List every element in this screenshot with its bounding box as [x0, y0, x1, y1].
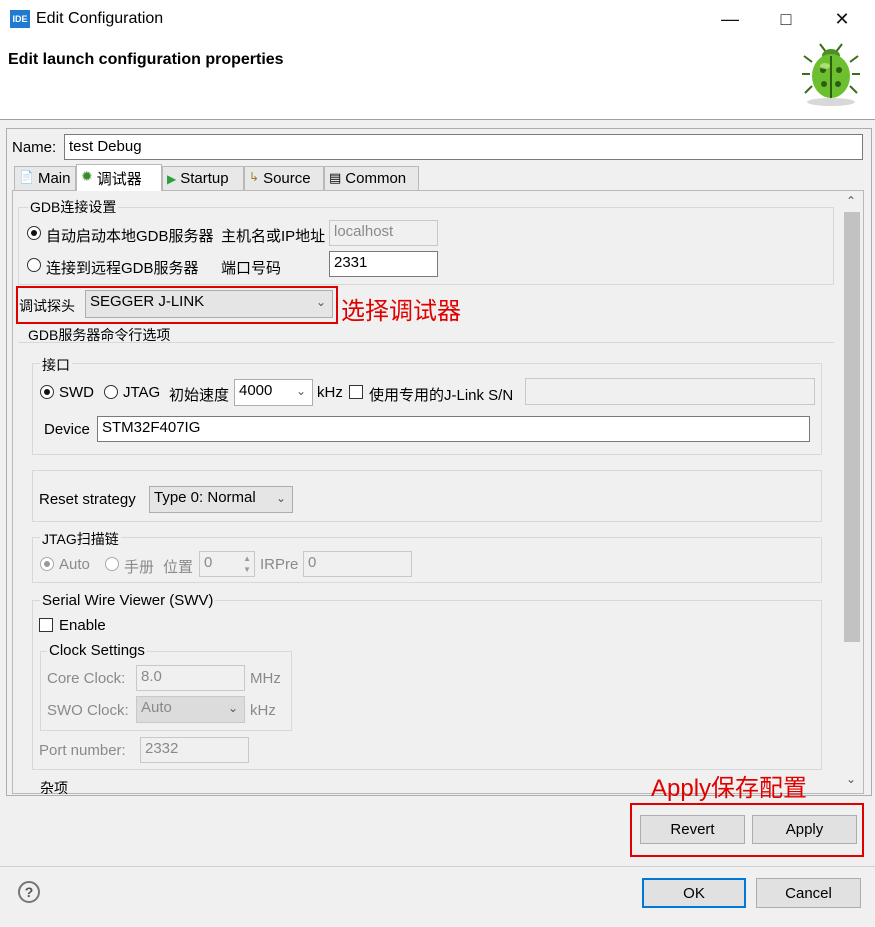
minimize-icon[interactable]: — — [702, 0, 758, 38]
swv-enable-checkbox[interactable] — [39, 618, 53, 636]
tab-main[interactable]: 📄 Main — [14, 166, 76, 190]
irpre-input: 0 — [303, 551, 412, 577]
chevron-down-icon: ⌄ — [275, 491, 286, 505]
jtag-manual-label: 手册 — [124, 559, 155, 576]
port-label: 端口号码 — [221, 260, 282, 277]
jlink-sn-label: 使用专用的J-Link S/N — [369, 387, 514, 404]
chevron-down-icon: ⌄ — [315, 295, 326, 309]
chevron-down-icon: ⌄ — [227, 701, 238, 715]
footer-divider — [0, 866, 875, 867]
jtag-auto-label: Auto — [59, 556, 90, 573]
help-icon[interactable]: ? — [18, 881, 40, 903]
apply-button[interactable]: Apply — [752, 815, 857, 844]
chevron-down-icon: ⌄ — [295, 384, 306, 398]
play-icon: ▶ — [167, 172, 177, 186]
window-title: Edit Configuration — [36, 10, 164, 27]
scroll-down-icon[interactable]: ⌄ — [846, 772, 856, 786]
tab-source[interactable]: ↳ Source — [244, 166, 324, 190]
reset-select[interactable]: Type 0: Normal ⌄ — [149, 486, 293, 513]
maximize-icon[interactable]: □ — [758, 0, 814, 38]
source-icon: ↳ — [249, 170, 260, 184]
swv-port-label: Port number: — [39, 742, 126, 759]
gdb-server-options-label: GDB服务器命令行选项 — [28, 327, 171, 343]
annotation-apply-save: Apply保存配置 — [651, 775, 808, 802]
swo-clock-select: Auto ⌄ — [136, 696, 245, 723]
device-input[interactable]: STM32F407IG — [97, 416, 810, 442]
host-label: 主机名或IP地址 — [221, 228, 326, 245]
speed-label: 初始速度 — [169, 387, 230, 404]
jtag-chain-label: JTAG扫描链 — [40, 529, 121, 549]
position-label: 位置 — [163, 559, 194, 576]
position-spinner: 0 ▲ ▼ — [199, 551, 255, 577]
swd-label: SWD — [59, 384, 94, 401]
jlink-sn-input[interactable] — [525, 378, 815, 405]
speed-select[interactable]: 4000 ⌄ — [234, 379, 313, 406]
cancel-button[interactable]: Cancel — [756, 878, 861, 908]
header-title: Edit launch configuration properties — [8, 51, 284, 68]
core-clock-label: Core Clock: — [47, 670, 126, 687]
jtag-manual-radio — [105, 557, 119, 575]
debug-bug-icon — [802, 43, 860, 106]
swv-enable-label: Enable — [59, 617, 106, 634]
auto-start-label: 自动启动本地GDB服务器 — [46, 228, 214, 245]
scrollbar-thumb[interactable] — [844, 212, 860, 642]
ok-button[interactable]: OK — [642, 878, 746, 908]
jtag-radio[interactable] — [104, 385, 118, 403]
swo-clock-unit: kHz — [250, 702, 276, 719]
scroll-up-icon[interactable]: ⌃ — [846, 194, 856, 208]
probe-label: 调试探头 — [19, 298, 75, 314]
jtag-label: JTAG — [123, 384, 161, 401]
remote-label: 连接到远程GDB服务器 — [46, 260, 199, 277]
remote-radio[interactable] — [27, 258, 41, 276]
tab-startup[interactable]: ▶ Startup — [162, 166, 244, 190]
probe-select[interactable]: SEGGER J-LINK ⌄ — [85, 290, 333, 318]
name-label: Name: — [12, 139, 57, 156]
common-icon: ▤ — [329, 170, 342, 185]
jtag-auto-radio — [40, 557, 54, 575]
speed-unit: kHz — [317, 384, 343, 401]
ide-app-icon: IDE — [10, 10, 30, 28]
device-label: Device — [44, 421, 90, 438]
port-input[interactable]: 2331 — [329, 251, 438, 277]
document-icon: 📄 — [19, 170, 34, 184]
misc-label: 杂项 — [40, 780, 68, 796]
revert-button[interactable]: Revert — [640, 815, 745, 844]
swv-port-input: 2332 — [140, 737, 249, 763]
tab-common[interactable]: ▤ Common — [324, 166, 419, 190]
host-input[interactable]: localhost — [329, 220, 438, 246]
interface-label: 接口 — [40, 355, 72, 375]
configuration-name-input[interactable]: test Debug — [64, 134, 863, 160]
jlink-sn-checkbox[interactable] — [349, 385, 363, 403]
swd-radio[interactable] — [40, 385, 54, 403]
reset-label: Reset strategy — [39, 491, 136, 508]
spinner-arrows-icon: ▲ ▼ — [243, 554, 251, 574]
clock-settings-label: Clock Settings — [47, 642, 147, 659]
bug-icon: ✹ — [81, 168, 93, 184]
close-icon[interactable]: ✕ — [814, 0, 870, 38]
annotation-select-debugger: 选择调试器 — [341, 298, 461, 325]
gdb-connection-label: GDB连接设置 — [28, 197, 119, 217]
swv-label: Serial Wire Viewer (SWV) — [40, 592, 216, 609]
irpre-label: IRPre — [260, 556, 299, 573]
core-clock-unit: MHz — [250, 670, 281, 687]
auto-start-radio[interactable] — [27, 226, 41, 244]
core-clock-input: 8.0 — [136, 665, 245, 691]
swo-clock-label: SWO Clock: — [47, 702, 129, 719]
tab-debugger[interactable]: ✹ 调试器 — [76, 164, 162, 191]
